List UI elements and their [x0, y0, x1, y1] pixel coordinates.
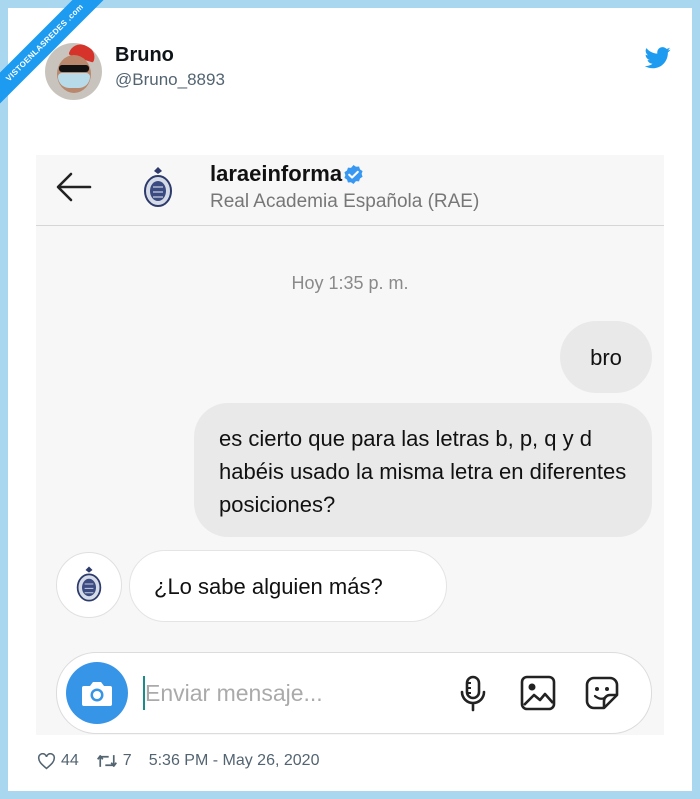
rae-crest-icon: [144, 167, 172, 207]
dm-screenshot: laraeinforma Real Academia Española (RAE…: [36, 155, 664, 735]
retweet-count: 7: [122, 752, 132, 769]
author-handle[interactable]: @Bruno_8893: [115, 70, 225, 90]
like-count: 44: [61, 752, 79, 769]
like-button[interactable]: 44: [37, 752, 79, 770]
author-name[interactable]: Bruno: [115, 44, 174, 67]
message-composer: [56, 652, 652, 734]
twitter-bird-icon: [645, 47, 671, 69]
message-bubble-received[interactable]: ¿Lo sabe alguien más?: [129, 550, 447, 622]
avatar[interactable]: [45, 43, 102, 100]
retweet-button[interactable]: 7: [96, 752, 132, 770]
dm-account-subtitle: Real Academia Española (RAE): [210, 191, 480, 212]
sticker-icon[interactable]: [582, 673, 622, 713]
message-bubble-sent[interactable]: bro: [560, 321, 652, 393]
microphone-icon[interactable]: [453, 673, 493, 713]
verified-badge-icon: [344, 164, 363, 185]
message-input[interactable]: [145, 673, 395, 713]
tweet-timestamp[interactable]: 5:36 PM - May 26, 2020: [149, 752, 320, 770]
time-divider: Hoy 1:35 p. m.: [291, 273, 409, 293]
dm-header: laraeinforma Real Academia Española (RAE…: [36, 155, 664, 226]
back-arrow-icon[interactable]: [52, 167, 96, 207]
dm-account-name[interactable]: laraeinforma: [210, 161, 342, 187]
gallery-icon[interactable]: [518, 673, 558, 713]
rae-crest-icon: [76, 566, 102, 602]
retweet-icon: [96, 755, 117, 767]
sender-avatar[interactable]: [56, 552, 122, 618]
tweet-metrics: 44 7 5:36 PM - May 26, 2020: [37, 752, 319, 770]
heart-icon: [37, 752, 56, 769]
message-bubble-sent[interactable]: es cierto que para las letras b, p, q y …: [194, 403, 652, 537]
camera-icon: [82, 682, 112, 706]
camera-button[interactable]: [66, 662, 128, 724]
